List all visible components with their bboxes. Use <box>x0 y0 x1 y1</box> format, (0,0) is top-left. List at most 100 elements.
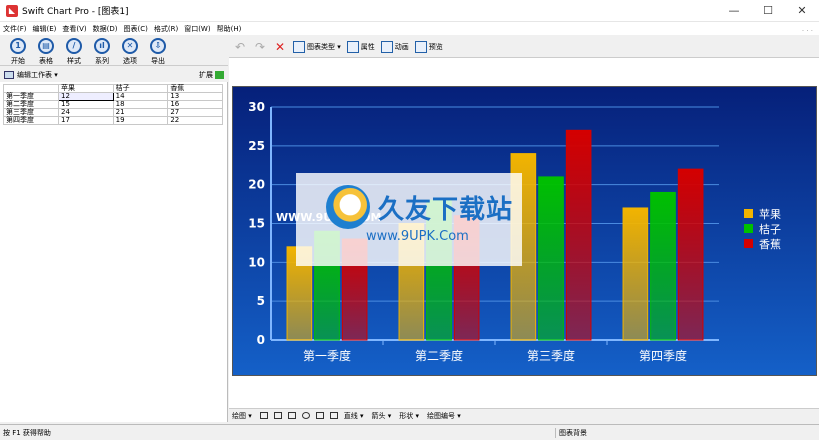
image-tool-icon[interactable] <box>329 412 338 419</box>
series-icon: ıl <box>94 38 110 54</box>
style-button[interactable]: / 样式 <box>60 36 88 66</box>
properties-label: 属性 <box>360 42 375 51</box>
menu-help[interactable]: 帮助(H) <box>214 24 245 34</box>
status-bar: 按 F1 获得帮助 图表背景 <box>0 424 819 440</box>
animation-button[interactable]: 动画 <box>380 40 409 53</box>
y-tick-label: 0 <box>257 333 265 347</box>
maximize-button[interactable]: ☐ <box>751 0 785 22</box>
start-label: 开始 <box>11 57 25 65</box>
bar <box>650 191 676 341</box>
y-tick-label: 10 <box>248 255 265 269</box>
textbox-tool-icon[interactable] <box>315 412 324 419</box>
options-icon: ✕ <box>122 38 138 54</box>
y-tick-label: 5 <box>257 294 265 308</box>
x-tick-label: 第四季度 <box>639 348 687 363</box>
grid-cell[interactable]: 19 <box>112 116 169 125</box>
arrow-tool-icon[interactable] <box>273 412 282 419</box>
x-tick-label: 第二季度 <box>415 348 463 363</box>
animation-label: 动画 <box>394 42 409 51</box>
table-row: 第二季度 15 18 16 <box>3 100 223 109</box>
chart-type-label: 图表类型 ▾ <box>307 42 341 51</box>
status-selection: 图表背景 <box>555 427 705 438</box>
watermark-url: www.9UPK.Com <box>366 229 469 244</box>
table-row: 苹果 桔子 香蕉 <box>3 84 223 93</box>
export-button[interactable]: ⇩ 导出 <box>144 36 172 66</box>
properties-icon <box>346 40 359 53</box>
grid-cell[interactable]: 17 <box>58 116 114 125</box>
y-tick-label: 15 <box>248 217 265 231</box>
start-button[interactable]: 1 开始 <box>4 36 32 66</box>
chart-type-button[interactable]: 图表类型 ▾ <box>293 40 341 53</box>
row-header[interactable]: 第四季度 <box>3 116 59 125</box>
table-row: 第三季度 24 21 27 <box>3 108 223 117</box>
expand-button[interactable]: 扩展 <box>199 70 224 80</box>
style-icon: / <box>66 38 82 54</box>
legend-swatch <box>744 224 753 233</box>
bar <box>622 207 649 341</box>
undo-icon[interactable]: ↶ <box>233 40 247 54</box>
options-label: 选项 <box>123 57 137 65</box>
line-tool-icon[interactable] <box>259 412 268 419</box>
app-icon: ◣ <box>6 4 18 17</box>
line-style-menu[interactable]: 直线 ▾ <box>344 411 364 421</box>
shape-menu[interactable]: 形状 ▾ <box>399 411 419 421</box>
draw-menu[interactable]: 绘图 ▾ <box>232 411 252 421</box>
legend-swatch <box>744 209 753 218</box>
legend-swatch <box>744 239 753 248</box>
expand-label: 扩展 <box>199 71 213 79</box>
grid-cell[interactable]: 22 <box>167 116 223 125</box>
data-grid: 苹果 桔子 香蕉 第一季度 12 14 13 第二季度 15 18 16 第三季… <box>3 84 223 125</box>
bar <box>565 129 592 341</box>
menu-chart[interactable]: 图表(C) <box>121 24 151 34</box>
table-row: 第一季度 12 14 13 <box>3 92 223 101</box>
legend-label: 香蕉 <box>759 238 781 251</box>
table-icon: ▤ <box>38 38 54 54</box>
window-title: Swift Chart Pro - [图表1] <box>22 7 129 17</box>
menu-data[interactable]: 数据(D) <box>90 24 121 34</box>
delete-icon[interactable]: ✕ <box>273 40 287 54</box>
table-button[interactable]: ▤ 表格 <box>32 36 60 66</box>
y-tick-label: 30 <box>248 100 265 114</box>
table-row: 第四季度 17 19 22 <box>3 116 223 125</box>
bar <box>538 176 564 341</box>
series-button[interactable]: ıl 系列 <box>88 36 116 66</box>
menu-format[interactable]: 格式(R) <box>151 24 181 34</box>
legend-label: 桔子 <box>759 222 781 236</box>
redo-icon[interactable]: ↷ <box>253 40 267 54</box>
menu-file[interactable]: 文件(F) <box>0 24 30 34</box>
close-button[interactable]: ✕ <box>785 0 819 22</box>
rectangle-tool-icon[interactable] <box>287 412 296 419</box>
y-tick-label: 20 <box>248 178 265 192</box>
expand-icon <box>215 71 224 79</box>
chart-type-icon <box>293 40 305 53</box>
menu-edit[interactable]: 编辑(E) <box>30 24 60 34</box>
export-icon: ⇩ <box>150 38 166 54</box>
series-label: 系列 <box>95 57 109 65</box>
status-help-text: 按 F1 获得帮助 <box>3 428 51 437</box>
menu-bar: 文件(F) 编辑(E) 查看(V) 数据(D) 图表(C) 格式(R) 窗口(W… <box>0 22 819 35</box>
options-button[interactable]: ✕ 选项 <box>116 36 144 66</box>
legend-label: 苹果 <box>759 207 781 221</box>
drawing-number-menu[interactable]: 绘图编号 ▾ <box>427 411 461 421</box>
preview-label: 预览 <box>428 42 443 51</box>
preview-icon <box>414 40 427 53</box>
left-toolbar: 1 开始 ▤ 表格 / 样式 ıl 系列 ✕ 选项 ⇩ 导出 <box>0 36 228 66</box>
x-tick-label: 第一季度 <box>303 348 351 363</box>
worksheet-icon <box>4 71 14 79</box>
chart-toolbar: ↶ ↷ ✕ 图表类型 ▾ 属性 动画 预览 <box>229 36 819 58</box>
animation-icon <box>380 40 393 53</box>
drawing-toolbar: 绘图 ▾ 直线 ▾ 箭头 ▾ 形状 ▾ 绘图编号 ▾ <box>229 408 819 422</box>
x-tick-label: 第三季度 <box>527 348 575 363</box>
minimize-button[interactable]: — <box>717 0 751 22</box>
menu-view[interactable]: 查看(V) <box>59 24 89 34</box>
export-label: 导出 <box>151 57 165 65</box>
worksheet-header: 编辑工作表 ▾ 扩展 <box>0 68 228 82</box>
title-bar: ◣ Swift Chart Pro - [图表1] — ☐ ✕ <box>0 0 819 22</box>
properties-button[interactable]: 属性 <box>346 40 375 53</box>
arrow-style-menu[interactable]: 箭头 ▾ <box>372 411 392 421</box>
ellipse-tool-icon[interactable] <box>301 412 310 419</box>
style-label: 样式 <box>67 57 81 65</box>
menu-window[interactable]: 窗口(W) <box>181 24 213 34</box>
edit-worksheet-dropdown[interactable]: 编辑工作表 ▾ <box>17 70 58 80</box>
preview-button[interactable]: 预览 <box>414 40 443 53</box>
